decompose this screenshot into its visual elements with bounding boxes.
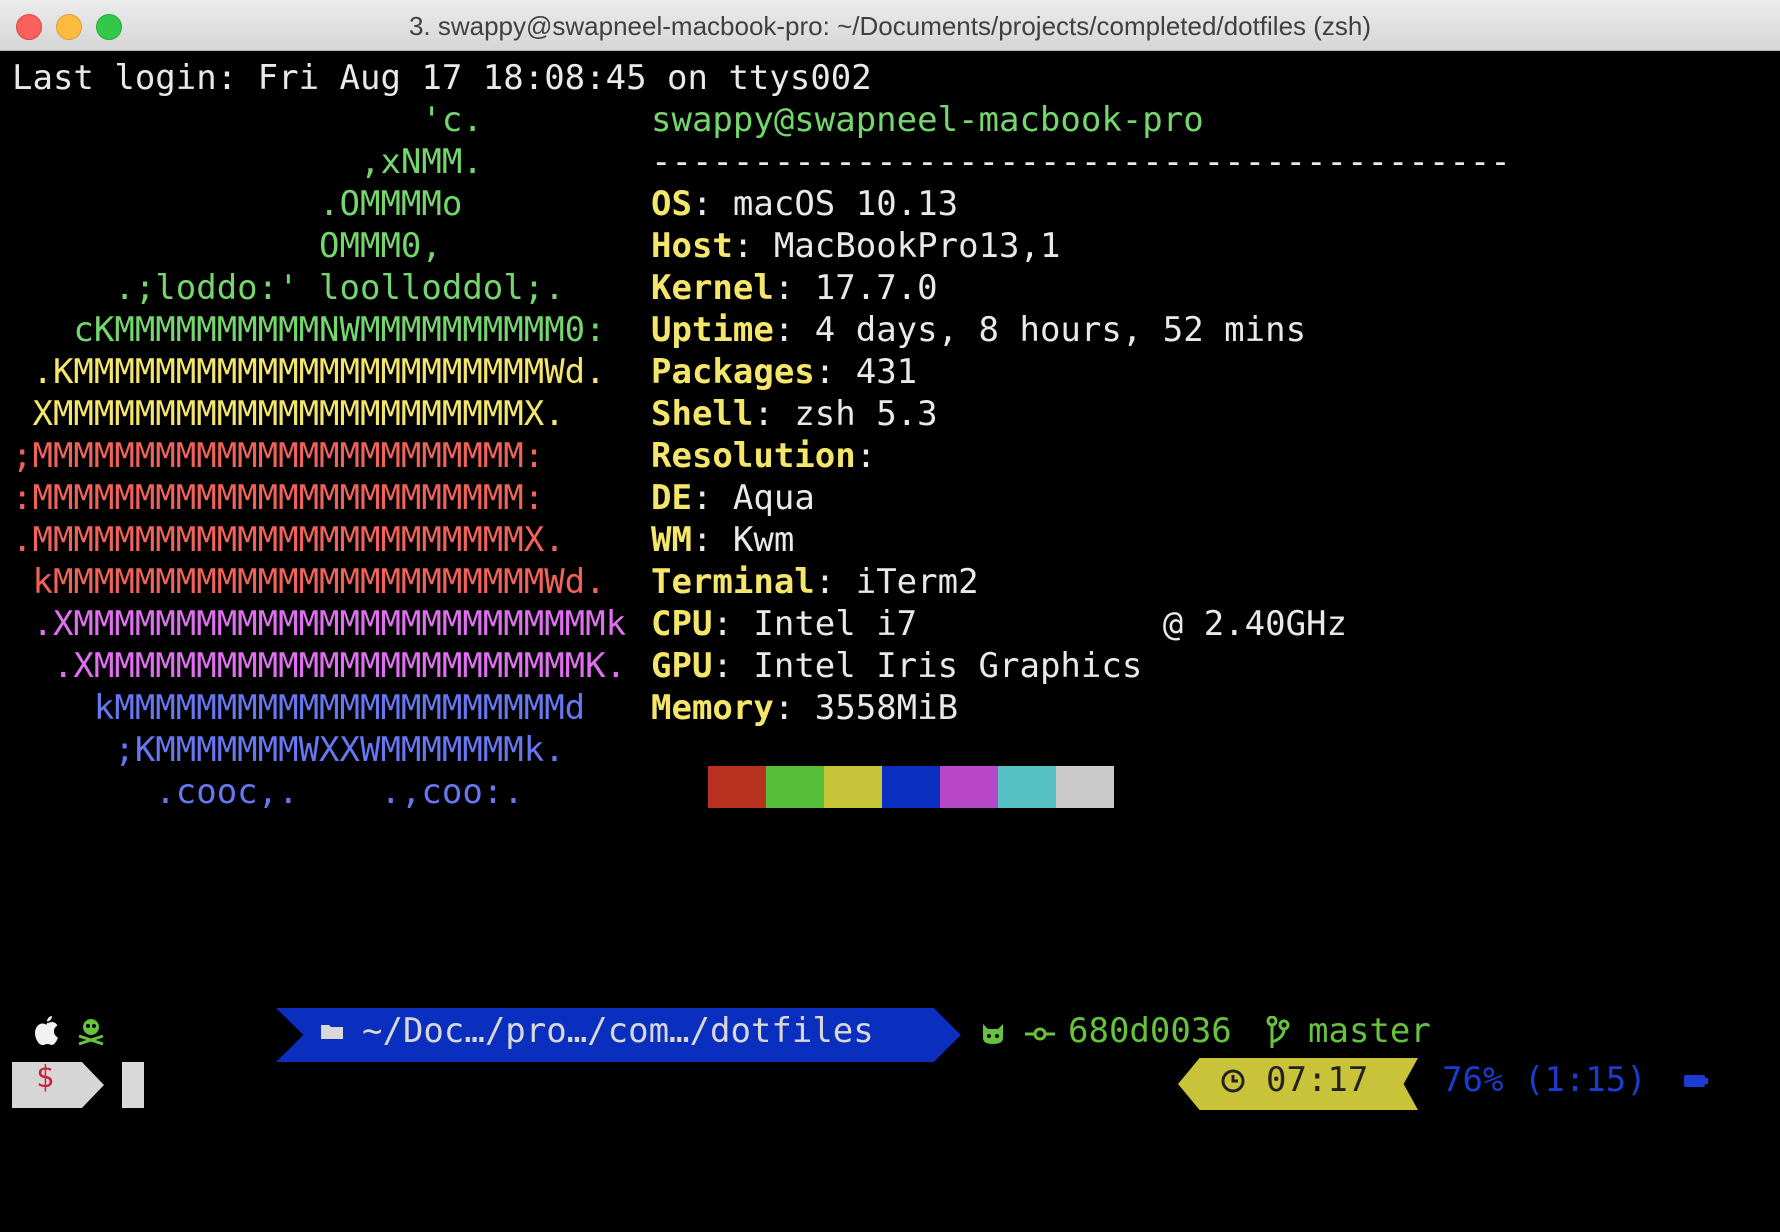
info-key: Resolution [651,436,856,476]
info-key: OS [651,184,692,224]
text-cursor[interactable] [122,1062,144,1108]
ascii-logo-line: .OMMMMo [12,184,463,224]
info-value: iTerm2 [855,562,979,602]
info-value: MacBookPro13,1 [773,226,1061,266]
info-row: DE: Aqua [651,478,815,518]
ascii-logo-line: ;KMMMMMMMWXXWMMMMMMMk. [12,730,565,770]
color-swatch [940,766,998,808]
color-swatch [824,766,882,808]
ascii-logo-line: ;MMMMMMMMMMMMMMMMMMMMMMMM: [12,436,545,476]
ascii-logo-line: .cooc,. .,coo:. [12,772,524,812]
info-row: GPU: Intel Iris Graphics [651,646,1143,686]
info-value: Kwm [732,520,795,560]
clock-icon [1221,1069,1245,1093]
user-host: swappy@swapneel-macbook-pro [651,100,1204,140]
ascii-logo-line: ,xNMM. [12,142,483,182]
info-key: Kernel [651,268,774,308]
info-key: DE [651,478,692,518]
ascii-logo-line: XMMMMMMMMMMMMMMMMMMMMMMMX. [12,394,565,434]
info-row: Kernel: 17.7.0 [651,268,938,308]
color-swatch [1056,766,1114,808]
info-row: OS: macOS 10.13 [651,184,959,224]
info-key: WM [651,520,692,560]
info-value: 17.7.0 [814,268,938,308]
color-swatch [998,766,1056,808]
ascii-logo-line: kMMMMMMMMMMMMMMMMMMMMMMd [12,688,586,728]
color-swatch [766,766,824,808]
current-path: ~/Doc…/pro…/com…/dotfiles [362,1011,874,1051]
info-key: Memory [651,688,774,728]
clock-time: 07:17 [1266,1060,1369,1100]
info-key: GPU [651,646,713,686]
commit-hash: 680d0036 [1068,1011,1232,1051]
github-cat-icon [983,1024,1003,1044]
info-key: Host [651,226,733,266]
ascii-logo-line: :MMMMMMMMMMMMMMMMMMMMMMMM: [12,478,545,518]
info-value: Aqua [732,478,815,518]
ascii-logo-line: .XMMMMMMMMMMMMMMMMMMMMMMMMK. [12,646,627,686]
info-row: Resolution: [651,436,897,476]
battery-icon [1684,1075,1708,1087]
ascii-logo-line: OMMM0, [12,226,442,266]
info-row: Packages: 431 [651,352,918,392]
color-swatch [882,766,940,808]
window-title: 3. swappy@swapneel-macbook-pro: ~/Docume… [408,11,1372,41]
color-swatch [708,766,766,808]
info-row: Host: MacBookPro13,1 [651,226,1061,266]
info-key: Packages [651,352,815,392]
info-row: Terminal: iTerm2 [651,562,979,602]
info-row: Memory: 3558MiB [651,688,959,728]
ascii-logo-line: cKMMMMMMMMMMNWMMMMMMMMMM0: [12,310,606,350]
ascii-logo-line: .KMMMMMMMMMMMMMMMMMMMMMMMWd. [12,352,606,392]
info-value: Intel i7 @ 2.40GHz [753,604,1347,644]
info-value: Intel Iris Graphics [753,646,1143,686]
ascii-logo-line: 'c. [12,100,483,140]
info-value: 4 days, 8 hours, 52 mins [814,310,1307,350]
folder-icon [321,1025,343,1039]
info-key: CPU [651,604,713,644]
battery-status: 76% (1:15) [1442,1060,1647,1100]
info-key: Uptime [651,310,774,350]
ascii-logo-line: .XMMMMMMMMMMMMMMMMMMMMMMMMMMk [12,604,627,644]
info-row: WM: Kwm [651,520,795,560]
separator-line: ----------------------------------------… [651,142,1511,182]
info-value: macOS 10.13 [732,184,959,224]
info-key: Terminal [651,562,815,602]
info-row: Uptime: 4 days, 8 hours, 52 mins [651,310,1307,350]
commit-icon [1025,1027,1055,1041]
ascii-logo-line: .MMMMMMMMMMMMMMMMMMMMMMMMX. [12,520,565,560]
info-row: CPU: Intel i7 @ 2.40GHz [651,604,1347,644]
title-bar[interactable]: 3. swappy@swapneel-macbook-pro: ~/Docume… [0,0,1780,51]
apple-icon [35,1016,58,1046]
info-value: 431 [855,352,918,392]
prompt-symbol: $ [36,1060,55,1095]
branch-name: master [1308,1011,1431,1051]
info-value: 3558MiB [814,688,959,728]
ascii-logo-line: kMMMMMMMMMMMMMMMMMMMMMMMMWd. [12,562,606,602]
branch-icon [1266,1016,1290,1048]
info-key: Shell [651,394,754,434]
terminal-window: 3. swappy@swapneel-macbook-pro: ~/Docume… [0,0,1780,1232]
info-row: Shell: zsh 5.3 [651,394,938,434]
skull-icon [78,1019,104,1046]
last-login-line: Last login: Fri Aug 17 18:08:45 on ttys0… [12,58,872,98]
ascii-logo-line: .;loddo:' loolloddol;. [12,268,565,308]
info-value: zsh 5.3 [794,394,938,434]
